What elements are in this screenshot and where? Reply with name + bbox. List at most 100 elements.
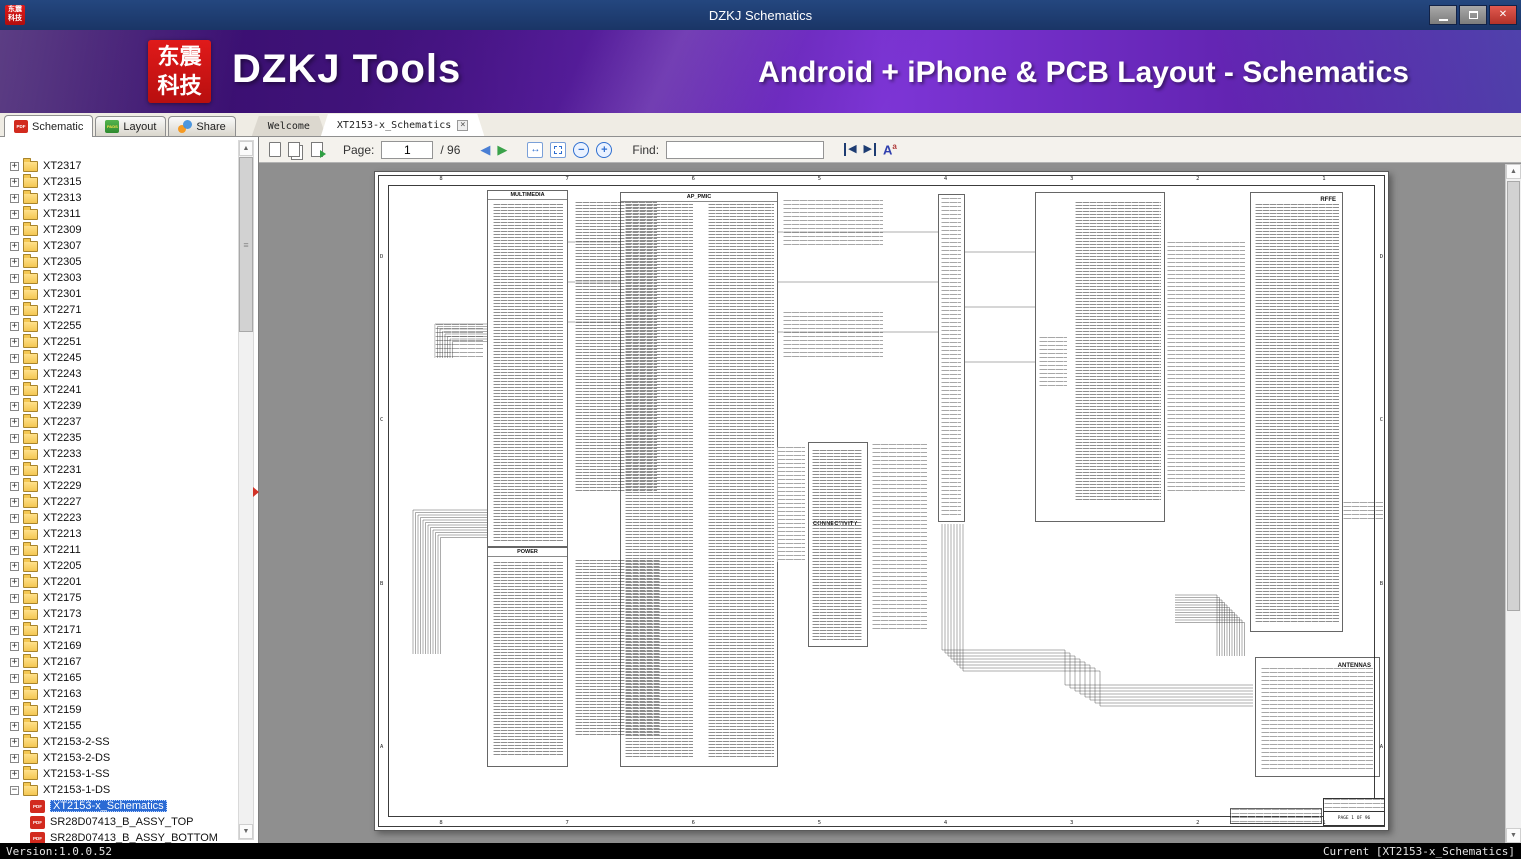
tree-folder-item[interactable]: + XT2305 [2,253,236,270]
expand-icon[interactable]: + [10,705,19,715]
tab-share[interactable]: Share [168,116,236,136]
find-input[interactable] [666,140,825,159]
tab-welcome[interactable]: Welcome [252,116,326,136]
tree-folder-item[interactable]: + XT2201 [2,573,236,590]
expand-icon[interactable]: + [10,721,19,731]
tab-xt2153-schematics[interactable]: XT2153-x_Schematics × [321,114,484,136]
tree-folder-item[interactable]: + XT2175 [2,589,236,606]
expand-icon[interactable]: + [10,577,19,587]
expand-icon[interactable]: + [10,241,19,251]
expand-icon[interactable]: + [10,529,19,539]
content-scroll-down-icon[interactable]: ▼ [1506,828,1521,843]
tree-folder-item[interactable]: + XT2309 [2,221,236,238]
tree-folder-item[interactable]: + XT2153-2-DS [2,749,236,766]
expand-icon[interactable]: + [10,449,19,459]
tree-folder-item[interactable]: + XT2155 [2,717,236,734]
expand-icon[interactable]: + [10,257,19,267]
tree-folder-item[interactable]: + XT2163 [2,685,236,702]
sidebar-scrollbar[interactable]: ▲ ≡ ▼ [238,140,254,840]
tree-folder-item[interactable]: + XT2211 [2,541,236,558]
maximize-button[interactable] [1459,5,1487,25]
tree-folder-item[interactable]: + XT2231 [2,461,236,478]
minimize-button[interactable] [1429,5,1457,25]
tree-folder-item[interactable]: + XT2311 [2,205,236,222]
page-icon[interactable] [269,142,281,157]
expand-icon[interactable]: + [10,641,19,651]
tree-folder-item[interactable]: + XT2301 [2,285,236,302]
tree-folder-item[interactable]: + XT2317 [2,157,236,174]
tree-folder-item[interactable]: + XT2227 [2,493,236,510]
expand-icon[interactable]: + [10,561,19,571]
expand-icon[interactable]: + [10,353,19,363]
expand-icon[interactable]: + [10,225,19,235]
tree-folder-item[interactable]: + XT2205 [2,557,236,574]
fit-width-icon[interactable]: ↔ [527,141,544,158]
tree-folder-item[interactable]: + XT2159 [2,701,236,718]
tree-folder-item[interactable]: + XT2165 [2,669,236,686]
expand-icon[interactable]: + [10,593,19,603]
tree-folder-item[interactable]: + XT2173 [2,605,236,622]
next-page-icon[interactable]: ▶ [497,143,507,156]
expand-icon[interactable]: + [10,321,19,331]
close-button[interactable]: ✕ [1489,5,1517,25]
expand-icon[interactable]: + [10,209,19,219]
expand-icon[interactable]: + [10,513,19,523]
pages-icon[interactable] [288,142,300,157]
tree-folder-item[interactable]: + XT2307 [2,237,236,254]
expand-icon[interactable]: + [10,401,19,411]
tree-folder-item[interactable]: + XT2153-1-SS [2,765,236,782]
sidebar-scrollbar-thumb[interactable]: ≡ [239,157,253,332]
splitter-collapse-icon[interactable] [253,487,259,497]
tree-folder-item[interactable]: + XT2313 [2,189,236,206]
content-scroll-up-icon[interactable]: ▲ [1506,164,1521,179]
tree-folder-item[interactable]: + XT2239 [2,397,236,414]
tree-folder-item[interactable]: + XT2315 [2,173,236,190]
scroll-up-icon[interactable]: ▲ [239,141,253,156]
tree-folder-item[interactable]: + XT2171 [2,621,236,638]
expand-icon[interactable]: + [10,337,19,347]
expand-icon[interactable]: + [10,481,19,491]
tab-layout[interactable]: PADS Layout [95,116,167,136]
tree-folder-item[interactable]: + XT2255 [2,317,236,334]
expand-icon[interactable]: + [10,465,19,475]
expand-icon[interactable]: + [10,369,19,379]
content-scrollbar-thumb[interactable] [1507,181,1520,611]
tree-folder-item[interactable]: + XT2271 [2,301,236,318]
match-case-icon[interactable]: Aa [883,142,897,157]
goto-page-icon[interactable] [311,142,326,158]
expand-icon[interactable]: + [10,769,19,779]
find-previous-icon[interactable]: ◀ [844,143,857,156]
expand-icon[interactable]: + [10,625,19,635]
expand-icon[interactable]: + [10,673,19,683]
collapse-icon[interactable]: − [10,785,19,795]
expand-icon[interactable]: + [10,689,19,699]
expand-icon[interactable]: + [10,385,19,395]
tree-folder-item[interactable]: + XT2233 [2,445,236,462]
tree-folder-item[interactable]: + XT2243 [2,365,236,382]
expand-icon[interactable]: + [10,497,19,507]
tree-folder-item[interactable]: + XT2213 [2,525,236,542]
tab-schematic[interactable]: PDF Schematic [4,115,94,137]
expand-icon[interactable]: + [10,657,19,667]
tree-folder-item[interactable]: + XT2223 [2,509,236,526]
expand-icon[interactable]: + [10,193,19,203]
tree-document-item[interactable]: PDF XT2153-x_Schematics [2,798,236,814]
tree-folder-item[interactable]: + XT2229 [2,477,236,494]
zoom-in-icon[interactable]: + [596,141,613,158]
fit-page-icon[interactable] [550,141,567,158]
tree-folder-item[interactable]: + XT2245 [2,349,236,366]
zoom-out-icon[interactable]: − [573,141,590,158]
expand-icon[interactable]: + [10,305,19,315]
expand-icon[interactable]: + [10,289,19,299]
tree-folder-item[interactable]: + XT2153-2-SS [2,733,236,750]
page-input[interactable] [381,140,434,159]
previous-page-icon[interactable]: ◀ [480,143,490,156]
tree-folder-item[interactable]: + XT2167 [2,653,236,670]
expand-icon[interactable]: + [10,737,19,747]
tree-folder-item[interactable]: + XT2237 [2,413,236,430]
expand-icon[interactable]: + [10,161,19,171]
expand-icon[interactable]: + [10,609,19,619]
tree-folder-item[interactable]: + XT2235 [2,429,236,446]
tree-document-item[interactable]: PDF SR28D07413_B_ASSY_TOP [2,814,236,830]
find-next-icon[interactable]: ▶ [864,143,876,156]
